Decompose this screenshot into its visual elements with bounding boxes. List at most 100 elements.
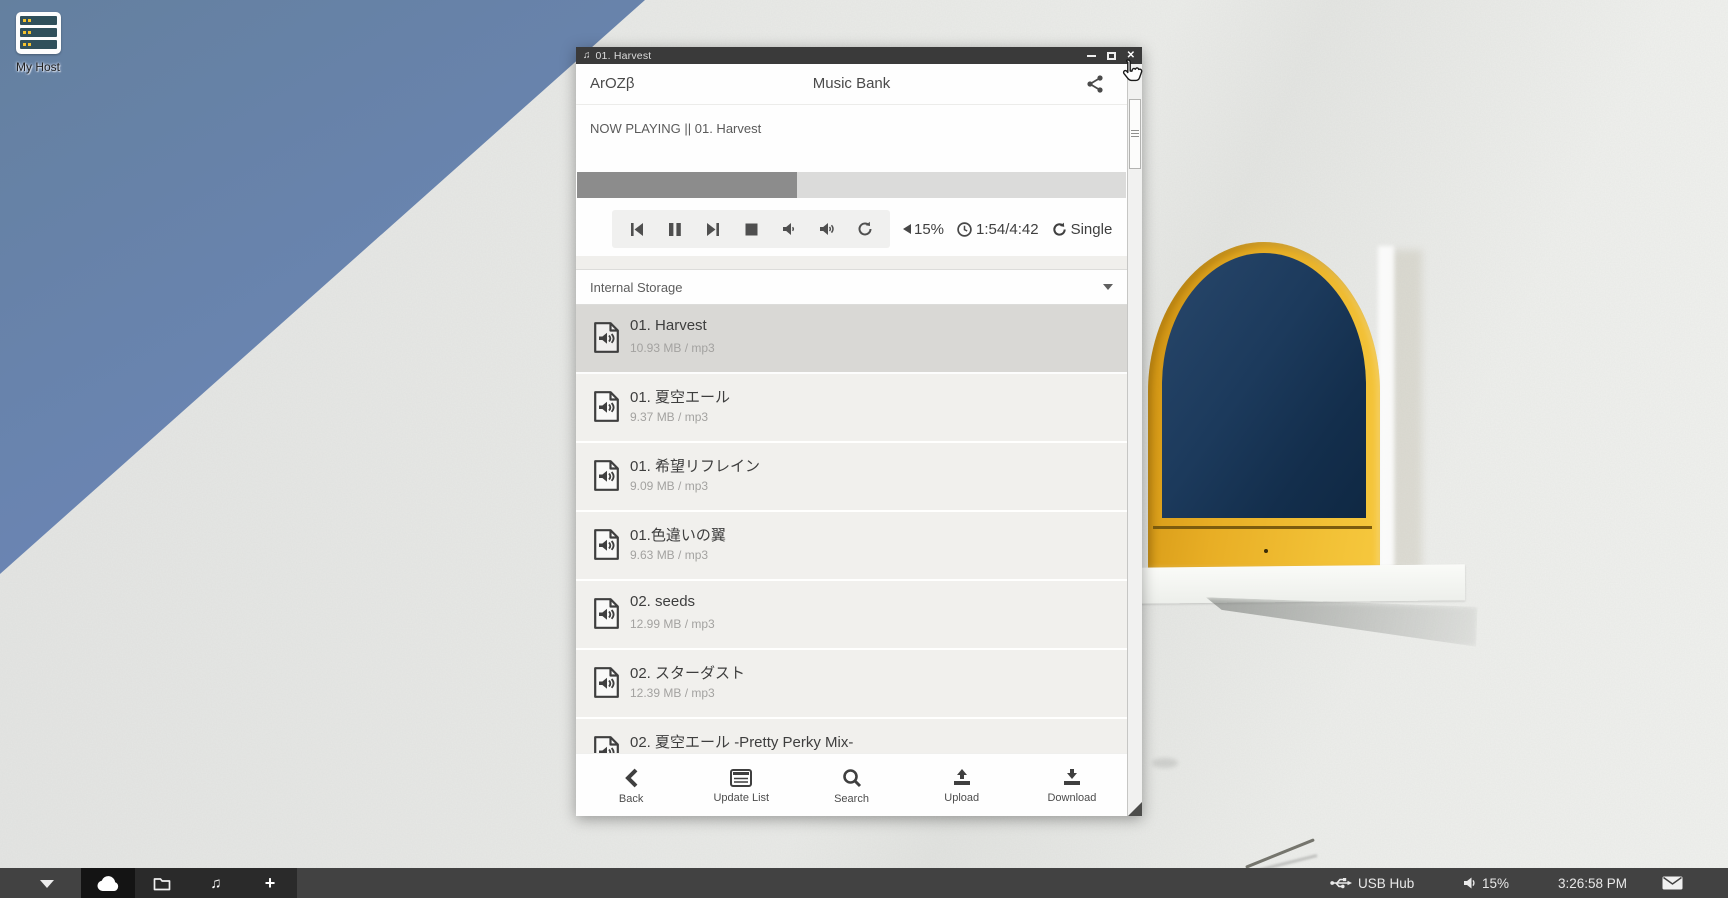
track-title: 01. Harvest (630, 317, 707, 334)
server-icon (16, 12, 61, 54)
taskbar-usb[interactable]: USB Hub (1330, 868, 1414, 898)
audio-file-icon (593, 667, 620, 703)
window-scrollbar[interactable] (1127, 64, 1142, 816)
stop-button[interactable] (732, 212, 770, 246)
track-meta: 9.37 MB / mp3 (630, 410, 708, 424)
server-bar (20, 40, 57, 49)
photo-window-sill-line (1153, 526, 1372, 529)
window-title: 01. Harvest (596, 50, 652, 62)
update-list-button[interactable]: Update List (686, 754, 796, 816)
chevron-left-icon (625, 768, 638, 788)
track-meta: 10.93 MB / mp3 (630, 341, 715, 355)
play-mode[interactable]: Single (1052, 221, 1113, 238)
track-title: 01. 希望リフレイン (630, 455, 760, 476)
usb-label: USB Hub (1358, 876, 1414, 891)
pause-button[interactable] (656, 212, 694, 246)
track-title: 01. 夏空エール (630, 386, 730, 407)
list-icon (730, 769, 752, 787)
volume-indicator-icon (903, 224, 911, 234)
plus-icon: + (265, 874, 276, 892)
music-player-window: ♫ 01. Harvest ✕ ArOZβ Music Bank NOW PLA… (576, 47, 1142, 816)
player-controls: 15% 1:54/4:42 Single (576, 202, 1127, 256)
search-icon (842, 768, 862, 788)
clock-icon (957, 222, 972, 237)
download-icon (1062, 768, 1082, 787)
volume-up-button[interactable] (808, 212, 846, 246)
transport-buttons (612, 210, 890, 248)
taskbar-tile-music[interactable]: ♫ (189, 868, 243, 898)
speaker-icon (1463, 877, 1476, 889)
storage-selector[interactable]: Internal Storage (576, 269, 1127, 305)
resize-handle[interactable] (1128, 802, 1142, 816)
taskbar-mail[interactable] (1662, 868, 1683, 898)
audio-file-icon (593, 460, 620, 496)
track-list-item[interactable]: 02. スターダスト 12.39 MB / mp3 (576, 650, 1127, 719)
envelope-icon (1662, 876, 1683, 890)
arch-shadow (1392, 250, 1422, 570)
audio-file-icon (593, 322, 620, 358)
back-button[interactable]: Back (576, 754, 686, 816)
track-list-item[interactable]: 01.色違いの翼 9.63 MB / mp3 (576, 512, 1127, 581)
share-icon[interactable] (1085, 74, 1105, 94)
repeat-icon (1052, 222, 1067, 237)
taskbar-tile-files[interactable] (135, 868, 189, 898)
track-list-item[interactable]: 01. 希望リフレイン 9.09 MB / mp3 (576, 443, 1127, 512)
skip-previous-button[interactable] (618, 212, 656, 246)
volume-down-button[interactable] (770, 212, 808, 246)
mouse-cursor-hand (1120, 58, 1144, 91)
progress-zone (576, 151, 1127, 202)
search-button[interactable]: Search (796, 754, 906, 816)
maximize-button[interactable] (1107, 52, 1116, 60)
now-playing-text: NOW PLAYING || 01. Harvest (576, 105, 1127, 151)
wall-mark (1152, 758, 1178, 768)
taskbar-tiles: ♫ + (81, 868, 297, 898)
desktop-icon-my-host[interactable]: My Host (6, 12, 70, 74)
refresh-button[interactable] (846, 212, 884, 246)
photo-yellow-window (1148, 242, 1380, 568)
taskbar-volume[interactable]: 15% (1463, 868, 1509, 898)
track-title: 01.色違いの翼 (630, 524, 726, 545)
track-list-item[interactable]: 01. 夏空エール 9.37 MB / mp3 (576, 374, 1127, 443)
audio-file-icon (593, 598, 620, 634)
usb-icon (1330, 877, 1352, 889)
track-title: 02. スターダスト (630, 662, 745, 683)
music-note-icon: ♫ (210, 876, 221, 891)
app-title: Music Bank (576, 75, 1127, 92)
arch-lit-rim (1378, 246, 1394, 568)
track-title: 02. 夏空エール -Pretty Perky Mix- (630, 731, 853, 752)
window-titlebar[interactable]: ♫ 01. Harvest ✕ (576, 47, 1142, 64)
taskbar-menu-caret-icon[interactable] (40, 880, 54, 888)
photo-window-ledge (1133, 564, 1465, 603)
download-button[interactable]: Download (1017, 754, 1127, 816)
app-header: ArOZβ Music Bank (576, 64, 1127, 105)
server-bar (20, 16, 57, 25)
cloud-icon (96, 875, 120, 892)
audio-file-icon (593, 529, 620, 565)
taskbar-tile-cloud[interactable] (81, 868, 135, 898)
minimize-button[interactable] (1087, 55, 1096, 57)
seek-bar-fill (577, 172, 797, 198)
window-content: ArOZβ Music Bank NOW PLAYING || 01. Harv… (576, 64, 1127, 816)
track-list-item[interactable]: 01. Harvest 10.93 MB / mp3 (576, 305, 1127, 374)
taskbar-clock[interactable]: 3:26:58 PM (1558, 868, 1627, 898)
player-time: 1:54/4:42 (957, 221, 1039, 238)
taskbar-tile-add[interactable]: + (243, 868, 297, 898)
upload-icon (952, 768, 972, 787)
upload-button[interactable]: Upload (907, 754, 1017, 816)
skip-next-button[interactable] (694, 212, 732, 246)
track-list-item[interactable]: 02. 夏空エール -Pretty Perky Mix- 9.06 MB / m… (576, 719, 1127, 753)
scrollbar-thumb[interactable] (1129, 99, 1141, 169)
storage-selector-value: Internal Storage (590, 280, 683, 295)
taskbar-volume-label: 15% (1482, 876, 1509, 891)
player-volume: 15% (903, 221, 944, 238)
track-meta: 12.99 MB / mp3 (630, 617, 715, 631)
photo-window-knob (1264, 549, 1268, 553)
audio-file-icon (593, 736, 620, 753)
taskbar: ♫ + USB Hub 15% 3:26:58 PM (0, 868, 1728, 898)
music-note-icon: ♫ (583, 51, 591, 61)
scrollbar-grip (1131, 130, 1139, 138)
folder-icon (153, 876, 171, 891)
track-list-item[interactable]: 02. seeds 12.99 MB / mp3 (576, 581, 1127, 650)
seek-bar[interactable] (577, 172, 1126, 198)
photo-window-glass (1162, 253, 1366, 518)
